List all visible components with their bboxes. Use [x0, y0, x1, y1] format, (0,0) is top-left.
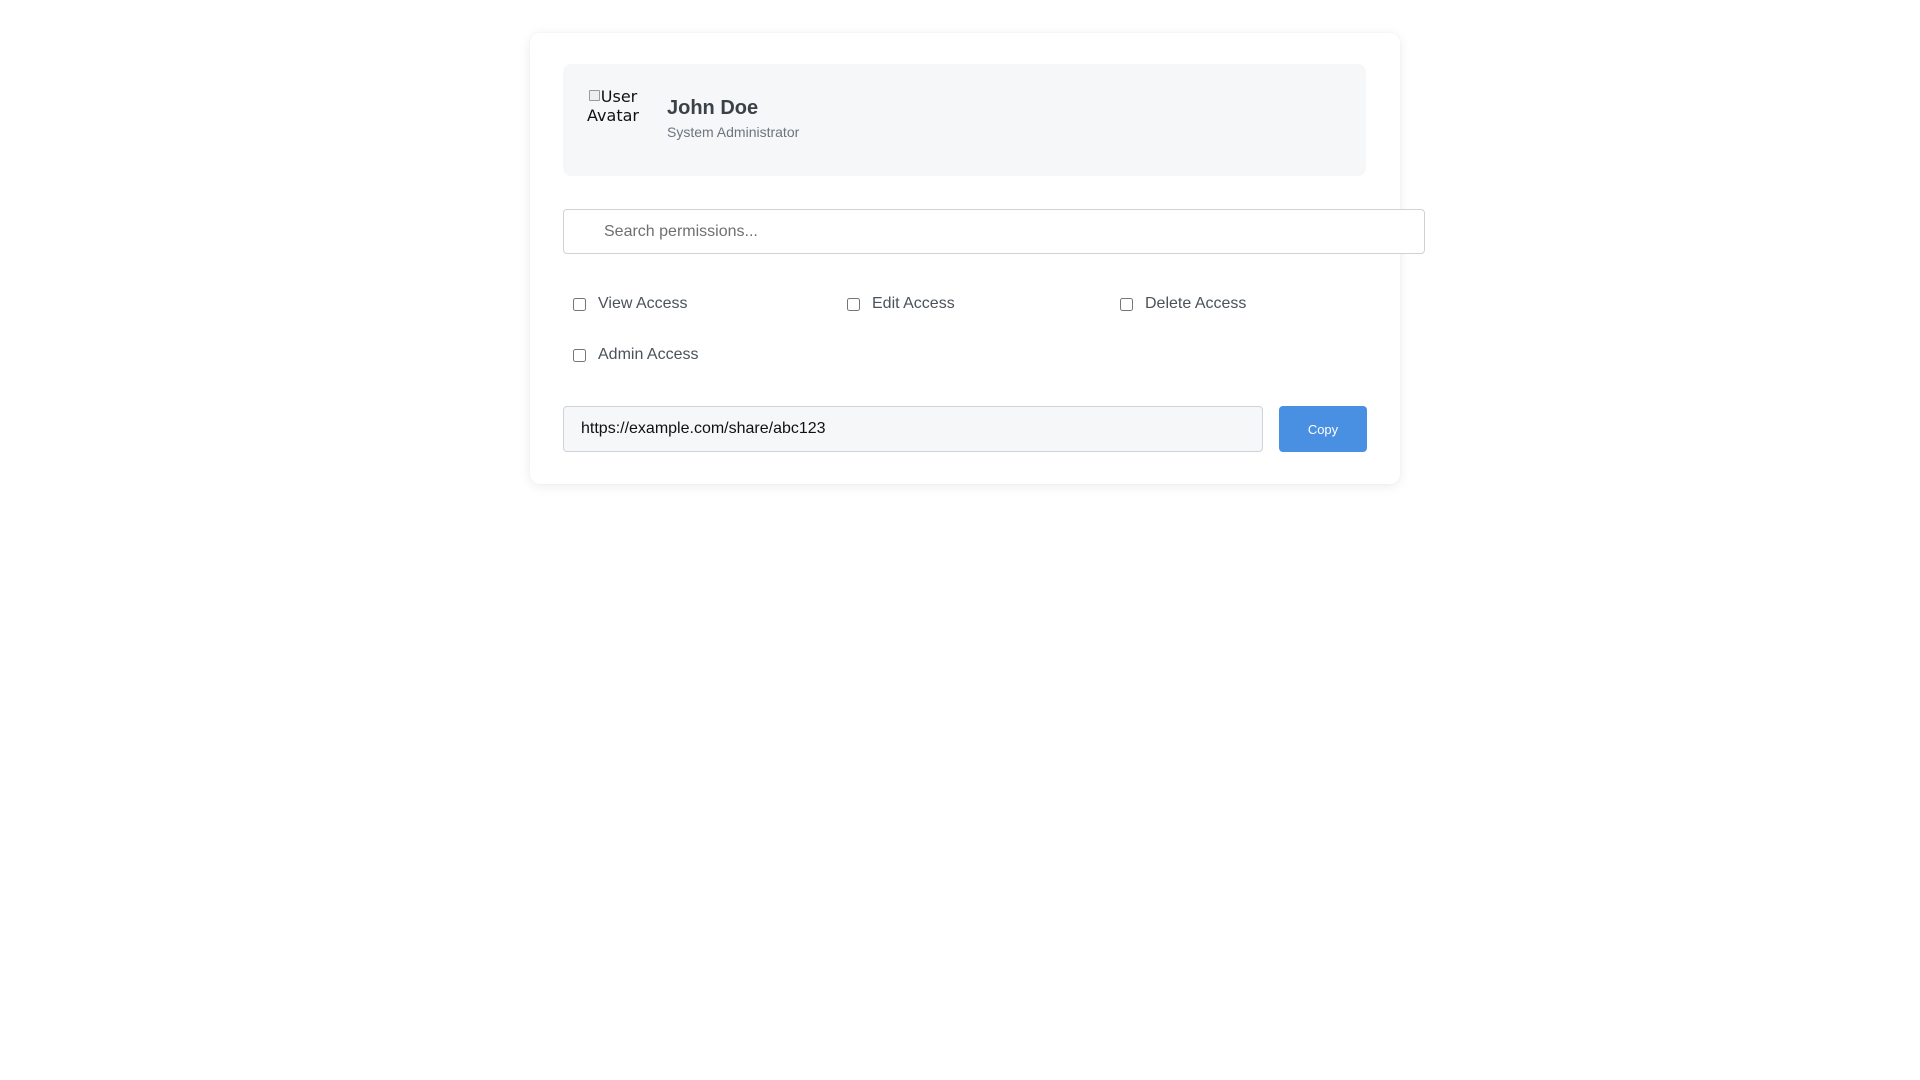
permission-label: Edit Access — [872, 295, 955, 312]
user-role: System Administrator — [667, 124, 800, 140]
avatar: User Avatar — [585, 87, 641, 143]
user-name: John Doe — [667, 97, 759, 119]
permission-edit-access[interactable]: Edit Access — [847, 293, 955, 315]
search-icon — [577, 224, 591, 238]
permission-label: Delete Access — [1145, 295, 1247, 312]
share-link-field[interactable] — [563, 406, 1263, 452]
permission-label: Admin Access — [598, 346, 699, 363]
permission-label: View Access — [598, 295, 688, 312]
permissions-card: User Avatar John Doe System Administrato… — [530, 33, 1425, 484]
admin-access-checkbox[interactable] — [573, 348, 586, 362]
user-profile-header: User Avatar John Doe System Administrato… — [563, 64, 1366, 176]
permission-admin-access[interactable]: Admin Access — [573, 344, 698, 366]
edit-access-checkbox[interactable] — [847, 297, 860, 311]
permission-delete-access[interactable]: Delete Access — [1120, 293, 1246, 315]
delete-access-checkbox[interactable] — [1120, 297, 1133, 311]
view-access-checkbox[interactable] — [573, 297, 586, 311]
permission-view-access[interactable]: View Access — [573, 293, 688, 315]
broken-image-icon — [588, 90, 600, 101]
search-input[interactable] — [563, 209, 1425, 254]
copy-button[interactable]: Copy — [1279, 406, 1367, 452]
